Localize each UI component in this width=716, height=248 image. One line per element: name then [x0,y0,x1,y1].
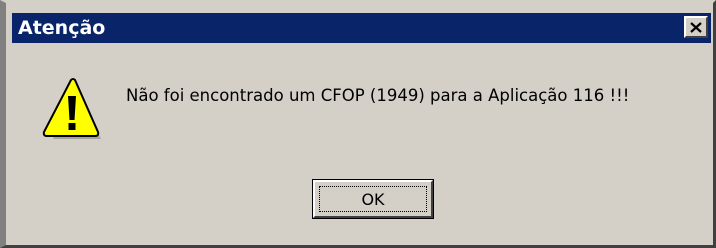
close-icon [690,21,702,33]
ok-button-label: OK [319,186,427,212]
message-dialog: Atenção Não foi encontrado um CFOP (1949… [0,0,716,248]
title-bar[interactable]: Atenção [12,13,711,43]
dialog-message: Não foi encontrado um CFOP (1949) para a… [126,86,630,105]
ok-button[interactable]: OK [312,179,434,219]
warning-icon [42,78,101,139]
dialog-title: Atenção [18,17,106,39]
close-button[interactable] [684,16,708,38]
